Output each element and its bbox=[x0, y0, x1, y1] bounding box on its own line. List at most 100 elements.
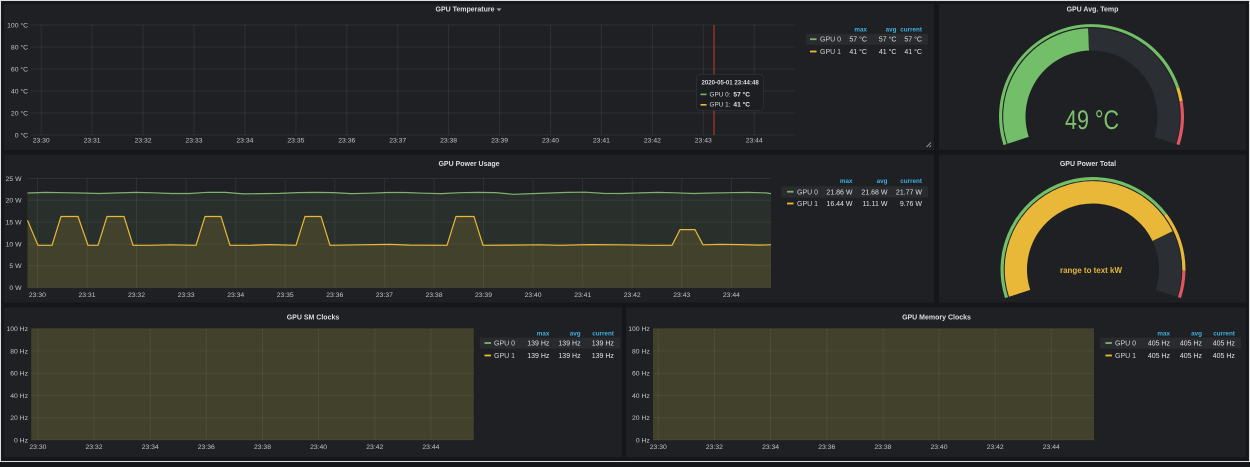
svg-text:max: max bbox=[854, 26, 867, 33]
svg-text:80 Hz: 80 Hz bbox=[10, 348, 28, 355]
svg-text:40 Hz: 40 Hz bbox=[632, 393, 650, 400]
svg-text:current: current bbox=[900, 26, 923, 33]
svg-text:41 °C: 41 °C bbox=[733, 101, 750, 109]
svg-text:80 °C: 80 °C bbox=[11, 43, 28, 51]
svg-text:23:30: 23:30 bbox=[29, 444, 46, 451]
svg-text:23:42: 23:42 bbox=[624, 292, 641, 299]
svg-text:23:41: 23:41 bbox=[593, 138, 610, 145]
svg-text:23:32: 23:32 bbox=[135, 138, 152, 145]
svg-text:139 Hz: 139 Hz bbox=[527, 341, 550, 348]
svg-text:23:31: 23:31 bbox=[78, 292, 95, 299]
svg-text:23:36: 23:36 bbox=[326, 292, 343, 299]
svg-text:23:37: 23:37 bbox=[376, 292, 393, 299]
svg-text:20 Hz: 20 Hz bbox=[10, 415, 28, 422]
svg-text:23:42: 23:42 bbox=[366, 444, 383, 451]
svg-text:15 W: 15 W bbox=[6, 220, 22, 227]
svg-text:21.86 W: 21.86 W bbox=[826, 189, 852, 196]
svg-text:60 °C: 60 °C bbox=[11, 65, 28, 73]
svg-text:23:44: 23:44 bbox=[723, 292, 740, 299]
svg-text:23:41: 23:41 bbox=[574, 292, 591, 299]
svg-text:GPU 0: GPU 0 bbox=[1115, 341, 1136, 348]
svg-text:range to text kW: range to text kW bbox=[1060, 265, 1122, 275]
svg-text:25 W: 25 W bbox=[6, 176, 22, 183]
svg-text:23:34: 23:34 bbox=[142, 444, 159, 451]
svg-text:current: current bbox=[1213, 331, 1236, 338]
svg-text:20 W: 20 W bbox=[6, 198, 22, 205]
svg-text:23:34: 23:34 bbox=[227, 292, 244, 299]
svg-text:5 W: 5 W bbox=[9, 263, 22, 270]
svg-text:23:35: 23:35 bbox=[277, 292, 294, 299]
svg-text:23:31: 23:31 bbox=[84, 138, 101, 145]
svg-text:16.44 W: 16.44 W bbox=[826, 201, 852, 208]
svg-text:GPU Memory Clocks: GPU Memory Clocks bbox=[902, 315, 971, 322]
svg-text:0 Hz: 0 Hz bbox=[14, 437, 29, 444]
svg-text:current: current bbox=[900, 178, 923, 185]
svg-text:405 Hz: 405 Hz bbox=[1148, 353, 1171, 360]
svg-text:23:34: 23:34 bbox=[236, 138, 253, 145]
svg-text:57 °C: 57 °C bbox=[879, 36, 897, 44]
svg-text:23:38: 23:38 bbox=[425, 292, 442, 299]
svg-text:GPU 0: GPU 0 bbox=[820, 37, 841, 44]
svg-text:23:39: 23:39 bbox=[475, 292, 492, 299]
svg-text:GPU 1: GPU 1 bbox=[820, 49, 841, 56]
svg-text:23:30: 23:30 bbox=[29, 292, 46, 299]
svg-text:avg: avg bbox=[877, 178, 888, 185]
svg-text:23:37: 23:37 bbox=[389, 138, 406, 145]
svg-text:57 °C: 57 °C bbox=[733, 90, 750, 98]
svg-text:100 Hz: 100 Hz bbox=[628, 326, 650, 333]
svg-text:41 °C: 41 °C bbox=[849, 48, 867, 56]
svg-text:GPU 0:: GPU 0: bbox=[710, 91, 731, 98]
svg-text:max: max bbox=[537, 331, 550, 338]
svg-text:2020-05-01 23:44:48: 2020-05-01 23:44:48 bbox=[702, 79, 760, 86]
svg-text:41 °C: 41 °C bbox=[904, 48, 922, 56]
svg-text:GPU Temperature: GPU Temperature bbox=[436, 7, 495, 14]
svg-text:0 W: 0 W bbox=[9, 285, 22, 292]
svg-text:GPU Power Total: GPU Power Total bbox=[1060, 161, 1116, 168]
svg-text:41 °C: 41 °C bbox=[879, 48, 897, 56]
svg-text:23:44: 23:44 bbox=[422, 444, 439, 451]
svg-text:23:36: 23:36 bbox=[198, 444, 215, 451]
svg-text:23:33: 23:33 bbox=[185, 138, 202, 145]
svg-text:23:35: 23:35 bbox=[287, 138, 304, 145]
svg-text:100 Hz: 100 Hz bbox=[6, 326, 28, 333]
svg-text:23:36: 23:36 bbox=[338, 138, 355, 145]
svg-text:GPU 1: GPU 1 bbox=[797, 201, 818, 208]
svg-text:139 Hz: 139 Hz bbox=[527, 353, 550, 360]
svg-text:23:43: 23:43 bbox=[695, 138, 712, 145]
svg-text:49 °C: 49 °C bbox=[1065, 105, 1119, 135]
svg-text:57 °C: 57 °C bbox=[904, 36, 922, 44]
svg-text:60 Hz: 60 Hz bbox=[632, 371, 650, 378]
svg-text:max: max bbox=[1157, 331, 1170, 338]
svg-text:23:43: 23:43 bbox=[673, 292, 690, 299]
svg-text:23:40: 23:40 bbox=[525, 292, 542, 299]
svg-text:9.76 W: 9.76 W bbox=[900, 201, 923, 208]
svg-text:23:40: 23:40 bbox=[310, 444, 327, 451]
svg-text:current: current bbox=[592, 331, 615, 338]
svg-text:23:30: 23:30 bbox=[650, 444, 667, 451]
svg-text:max: max bbox=[840, 178, 853, 185]
svg-text:21.77 W: 21.77 W bbox=[896, 189, 922, 196]
svg-text:405 Hz: 405 Hz bbox=[1180, 341, 1203, 348]
svg-text:21.68 W: 21.68 W bbox=[861, 189, 887, 196]
svg-text:avg: avg bbox=[570, 331, 581, 338]
svg-text:avg: avg bbox=[1191, 331, 1202, 338]
svg-text:GPU 0: GPU 0 bbox=[494, 341, 515, 348]
svg-text:23:44: 23:44 bbox=[746, 138, 763, 145]
svg-text:23:32: 23:32 bbox=[706, 444, 723, 451]
svg-text:23:44: 23:44 bbox=[1043, 444, 1060, 451]
svg-text:139 Hz: 139 Hz bbox=[558, 353, 581, 360]
svg-text:139 Hz: 139 Hz bbox=[592, 353, 615, 360]
svg-text:20 °C: 20 °C bbox=[11, 109, 28, 117]
svg-text:0 °C: 0 °C bbox=[15, 131, 28, 139]
svg-text:23:42: 23:42 bbox=[644, 138, 661, 145]
svg-text:139 Hz: 139 Hz bbox=[592, 341, 615, 348]
svg-text:11.11 W: 11.11 W bbox=[862, 201, 887, 208]
svg-text:80 Hz: 80 Hz bbox=[632, 348, 650, 355]
svg-text:23:30: 23:30 bbox=[33, 138, 50, 145]
svg-text:GPU 1: GPU 1 bbox=[1115, 353, 1136, 360]
svg-text:57 °C: 57 °C bbox=[849, 36, 867, 44]
svg-text:139 Hz: 139 Hz bbox=[558, 341, 581, 348]
svg-text:23:32: 23:32 bbox=[128, 292, 145, 299]
svg-text:23:39: 23:39 bbox=[491, 138, 508, 145]
svg-text:GPU 0: GPU 0 bbox=[797, 189, 818, 196]
